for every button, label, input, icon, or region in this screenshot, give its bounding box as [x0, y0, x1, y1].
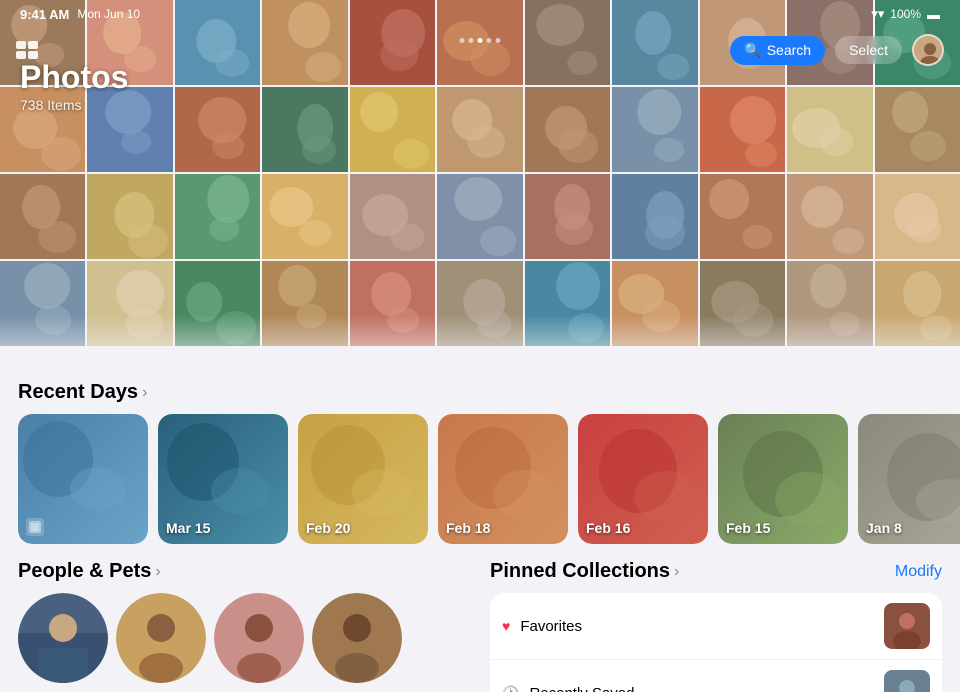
photo-cell-16[interactable] [437, 87, 522, 172]
photo-cell-29[interactable] [612, 174, 697, 259]
day-label-5: Feb 15 [726, 520, 770, 536]
day-thumb-4[interactable]: Feb 16 [578, 414, 708, 544]
photo-cell-30[interactable] [700, 174, 785, 259]
dot-5 [496, 38, 501, 43]
photo-cell-43[interactable] [875, 261, 960, 346]
avatar[interactable] [912, 34, 944, 66]
search-label: Search [767, 42, 811, 58]
photo-cell-38[interactable] [437, 261, 522, 346]
grid-view-icon[interactable] [16, 41, 38, 59]
photos-count: 738 Items [20, 97, 128, 113]
pinned-recently-saved-label: Recently Saved [529, 685, 874, 692]
recent-days-chevron[interactable]: › [142, 384, 147, 402]
day-thumb-icon-0 [26, 518, 44, 536]
bottom-content: Recent Days › Mar 15 [0, 365, 960, 692]
photo-cell-33[interactable] [0, 261, 85, 346]
photo-cell-40[interactable] [612, 261, 697, 346]
wifi-icon: ▾▾ [871, 6, 884, 22]
photo-cell-37[interactable] [350, 261, 435, 346]
status-bar: 9:41 AM Mon Jun 10 ▾▾ 100% ▬ [0, 0, 960, 26]
people-pets-header: People & Pets › [18, 560, 470, 583]
photo-cell-14[interactable] [262, 87, 347, 172]
people-grid [18, 593, 470, 683]
photo-cell-24[interactable] [175, 174, 260, 259]
photo-cell-26[interactable] [350, 174, 435, 259]
photo-cell-35[interactable] [175, 261, 260, 346]
photo-cell-34[interactable] [87, 261, 172, 346]
people-pets-chevron[interactable]: › [155, 563, 160, 581]
people-pets-section: People & Pets › [18, 560, 470, 692]
day-thumb-0[interactable] [18, 414, 148, 544]
day-thumb-5[interactable]: Feb 15 [718, 414, 848, 544]
pinned-collections-title: Pinned Collections [490, 560, 670, 583]
pinned-favorites-thumb [884, 603, 930, 649]
photo-cell-13[interactable] [175, 87, 260, 172]
status-date: Mon Jun 10 [77, 7, 140, 21]
bottom-sections: People & Pets › [0, 544, 960, 692]
pinned-favorites-label: Favorites [520, 618, 874, 635]
dot-indicator [460, 38, 501, 43]
battery-percent: 100% [890, 7, 921, 21]
search-icon: 🔍 [744, 42, 761, 59]
photo-cell-21[interactable] [875, 87, 960, 172]
day-label-3: Feb 18 [446, 520, 490, 536]
recent-days-scroll: Mar 15 Feb 20 Feb 18 Feb 16 [0, 414, 960, 544]
photo-cell-31[interactable] [787, 174, 872, 259]
nav-left [16, 41, 38, 59]
modify-button[interactable]: Modify [895, 563, 942, 581]
photo-cell-39[interactable] [525, 261, 610, 346]
photo-cell-36[interactable] [262, 261, 347, 346]
day-thumb-2[interactable]: Feb 20 [298, 414, 428, 544]
recent-days-title: Recent Days [18, 381, 138, 404]
photo-cell-42[interactable] [787, 261, 872, 346]
pinned-item-recently-saved[interactable]: 🕐 Recently Saved [490, 660, 942, 692]
heart-icon: ♥ [502, 618, 510, 634]
day-thumb-6[interactable]: Jan 8 [858, 414, 960, 544]
clock-icon: 🕐 [502, 685, 519, 692]
photo-cell-15[interactable] [350, 87, 435, 172]
pinned-collections-section: Pinned Collections › Modify ♥ Favorites [490, 560, 942, 692]
day-thumb-1[interactable]: Mar 15 [158, 414, 288, 544]
pinned-recently-saved-thumb [884, 670, 930, 692]
people-pets-title: People & Pets [18, 560, 151, 583]
photo-cell-41[interactable] [700, 261, 785, 346]
dot-1 [460, 38, 465, 43]
photo-cell-25[interactable] [262, 174, 347, 259]
recent-days-header: Recent Days › [0, 365, 960, 414]
pinned-collections-chevron[interactable]: › [674, 563, 679, 581]
top-nav: 🔍 Search Select [0, 28, 960, 72]
photo-cell-23[interactable] [87, 174, 172, 259]
pinned-item-favorites[interactable]: ♥ Favorites [490, 593, 942, 660]
photo-cell-18[interactable] [612, 87, 697, 172]
photo-cell-17[interactable] [525, 87, 610, 172]
day-label-6: Jan 8 [866, 520, 902, 536]
photo-cell-27[interactable] [437, 174, 522, 259]
dot-3 [478, 38, 483, 43]
status-time-date: 9:41 AM Mon Jun 10 [20, 7, 140, 22]
day-label-4: Feb 16 [586, 520, 630, 536]
dot-4 [487, 38, 492, 43]
day-thumb-3[interactable]: Feb 18 [438, 414, 568, 544]
photo-cell-28[interactable] [525, 174, 610, 259]
day-label-1: Mar 15 [166, 520, 210, 536]
photo-cell-20[interactable] [787, 87, 872, 172]
pinned-collections-header: Pinned Collections › Modify [490, 560, 942, 583]
photo-cell-32[interactable] [875, 174, 960, 259]
status-right: ▾▾ 100% ▬ [871, 6, 940, 22]
person-thumb-2[interactable] [116, 593, 206, 683]
day-label-2: Feb 20 [306, 520, 350, 536]
dot-2 [469, 38, 474, 43]
search-button[interactable]: 🔍 Search [730, 36, 825, 65]
photo-cell-19[interactable] [700, 87, 785, 172]
person-thumb-1[interactable] [18, 593, 108, 683]
pinned-list: ♥ Favorites 🕐 Recently Saved [490, 593, 942, 692]
battery-icon: ▬ [927, 7, 940, 22]
select-button[interactable]: Select [835, 36, 902, 64]
person-thumb-3[interactable] [214, 593, 304, 683]
person-thumb-4[interactable] [312, 593, 402, 683]
status-time: 9:41 AM [20, 7, 69, 22]
photo-cell-22[interactable] [0, 174, 85, 259]
nav-right: 🔍 Search Select [730, 34, 944, 66]
